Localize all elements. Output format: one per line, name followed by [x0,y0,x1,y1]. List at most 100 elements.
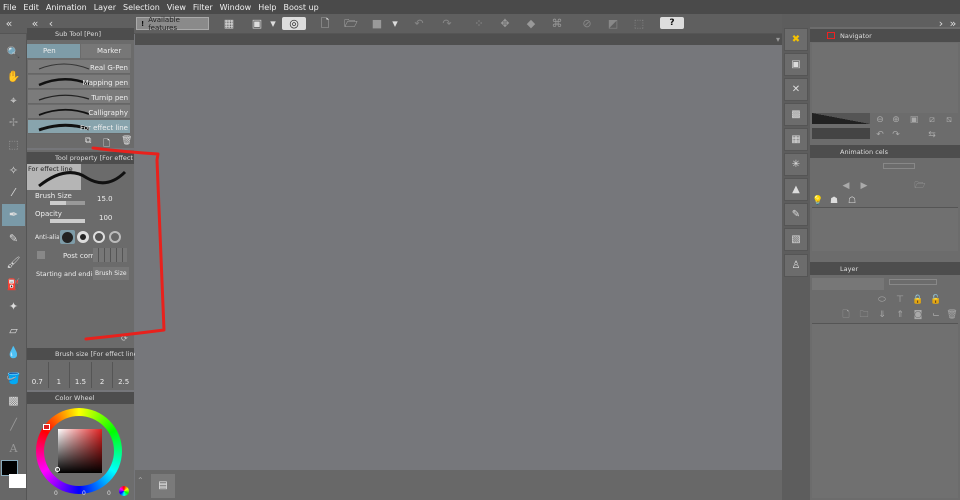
delete-layer-icon[interactable]: 🗑 [946,309,958,321]
menu-view[interactable]: View [167,3,186,12]
merge-icon[interactable]: ⇑ [894,309,906,321]
selection-icon[interactable]: ⬚ [632,17,646,30]
decoration-tool-icon[interactable]: ✦ [2,296,25,318]
magic-wand-icon[interactable]: ✧ [2,160,25,182]
material-tone-icon[interactable]: ▩ [784,103,808,126]
flip-icon[interactable]: ⧄ [926,114,938,126]
menu-filter[interactable]: Filter [193,3,213,12]
move-tool-icon[interactable]: ✢ [2,112,25,134]
menu-selection[interactable]: Selection [123,3,160,12]
material-pen-icon[interactable]: ✎ [784,203,808,226]
line-tool-icon[interactable]: ╱ [2,414,25,436]
settings-icon[interactable]: ⟳ [121,334,128,343]
opacity-field[interactable] [889,279,937,285]
material-image-icon[interactable]: ▣ [784,53,808,76]
post-correction-checkbox[interactable] [37,251,45,259]
flip-horizontal-icon[interactable]: ⇆ [926,129,938,141]
tab-dropdown-icon[interactable]: ▾ [776,35,780,44]
transfer-down-icon[interactable]: ⇓ [876,309,888,321]
brush-size-option[interactable]: 1.5 [70,362,92,388]
fill-icon[interactable]: ◆ [524,17,538,30]
brush-item[interactable]: Calligraphy [28,105,130,119]
lock-alpha-icon[interactable]: 🔓 [930,294,942,306]
pen-tool-icon[interactable]: ✒ [2,204,25,226]
pencil-tool-icon[interactable]: ✎ [2,228,25,250]
available-features-button[interactable]: ! Available features [136,16,209,32]
tab-pen[interactable]: Pen [27,44,80,58]
brush-item-selected[interactable]: For effect line [28,120,130,134]
light-table-icon[interactable]: ☖ [846,195,858,207]
clear-outside-icon[interactable]: ◩ [606,17,620,30]
save-icon[interactable]: ■ [370,17,384,30]
menu-window[interactable]: Window [220,3,252,12]
saturation-value-square[interactable] [58,429,102,473]
menu-edit[interactable]: Edit [23,3,39,12]
anti-alias-medium[interactable] [93,231,105,243]
rotate-left-icon[interactable]: ↶ [874,129,886,141]
mask-icon[interactable]: ⬭ [876,294,888,306]
menu-help[interactable]: Help [258,3,276,12]
brush-size-slider[interactable] [50,201,85,205]
clear-icon[interactable]: ⊘ [580,17,594,30]
new-file-icon[interactable]: 🗋 [318,17,332,30]
sub-color-swatch[interactable] [9,474,26,488]
scale-icon[interactable]: ⌘ [550,17,564,30]
zoom-tool-icon[interactable]: 🔍 [2,42,25,64]
dropdown-icon[interactable]: ▾ [388,17,402,30]
fill-tool-icon[interactable]: 🪣 [2,368,25,390]
material-figure-icon[interactable]: ♙ [784,254,808,277]
brush-size-option[interactable]: 1 [49,362,71,388]
post-correction-slider[interactable] [93,248,127,262]
menu-layer[interactable]: Layer [94,3,116,12]
hue-handle[interactable] [43,424,50,430]
lightbulb-icon[interactable]: 💡 [812,195,824,207]
text-tool-icon[interactable]: A [2,438,25,460]
material-landscape-icon[interactable]: ▲ [784,178,808,201]
material-x-icon[interactable]: ✕ [784,78,808,101]
new-raster-layer-icon[interactable]: 🗋 [840,309,852,321]
timeline-icon[interactable]: ▤ [151,474,175,498]
brush-size-option[interactable]: 2 [92,362,114,388]
material-3d-icon[interactable]: ▧ [784,228,808,251]
opacity-value[interactable]: 100 [99,214,112,222]
folder-icon[interactable]: 🗁 [914,180,926,192]
help-button[interactable]: ? [660,17,684,29]
material-frame-icon[interactable]: ▦ [784,128,808,151]
anti-alias-weak[interactable] [77,231,89,243]
brush-size-option[interactable]: 2.5 [113,362,134,388]
color-mode-icon[interactable] [119,486,129,496]
redo-icon[interactable]: ↷ [440,17,454,30]
menu-animation[interactable]: Animation [46,3,87,12]
gradient-tool-icon[interactable]: ▩ [2,390,25,412]
loading-icon[interactable]: ⁘ [472,17,486,30]
new-folder-icon[interactable]: 🗀 [858,309,870,321]
dropdown-icon[interactable]: ▾ [266,17,280,30]
material-close-icon[interactable]: ✖ [784,28,808,51]
grid-icon[interactable]: ▦ [222,17,236,30]
blend-tool-icon[interactable]: 💧 [2,342,25,364]
eraser-tool-icon[interactable]: ▱ [2,320,25,342]
color-handle[interactable] [55,467,60,472]
clip-studio-icon[interactable]: ◎ [282,17,306,30]
ruler-icon[interactable]: ⌙ [930,309,942,321]
undo-icon[interactable]: ↶ [412,17,426,30]
lock-icon[interactable]: 🔒 [912,294,924,306]
menu-boost-up[interactable]: Boost up [283,3,318,12]
copy-subtool-icon[interactable]: ⧉ [85,136,91,146]
anti-alias-none[interactable] [60,230,75,244]
selection-tool-icon[interactable]: ⬚ [2,134,25,156]
transform-icon[interactable]: ✥ [498,17,512,30]
cel-name-field[interactable] [883,163,915,169]
brush-item[interactable]: Mapping pen [28,75,130,89]
fit-icon[interactable]: ▣ [908,114,920,126]
anti-alias-strong[interactable] [109,231,121,243]
blend-mode-dropdown[interactable] [812,278,884,290]
canvas-area[interactable] [135,45,782,470]
zoom-out-icon[interactable]: ⊖ [874,114,886,126]
arrow-right-icon[interactable]: ▶ [858,180,870,192]
open-folder-icon[interactable]: 🗁 [344,17,358,30]
brush-item[interactable]: Turnip pen [28,90,130,104]
hand-tool-icon[interactable]: ✋ [2,66,25,88]
rotate-slider[interactable] [812,128,870,139]
layer-mask-icon[interactable]: ◙ [912,309,924,321]
